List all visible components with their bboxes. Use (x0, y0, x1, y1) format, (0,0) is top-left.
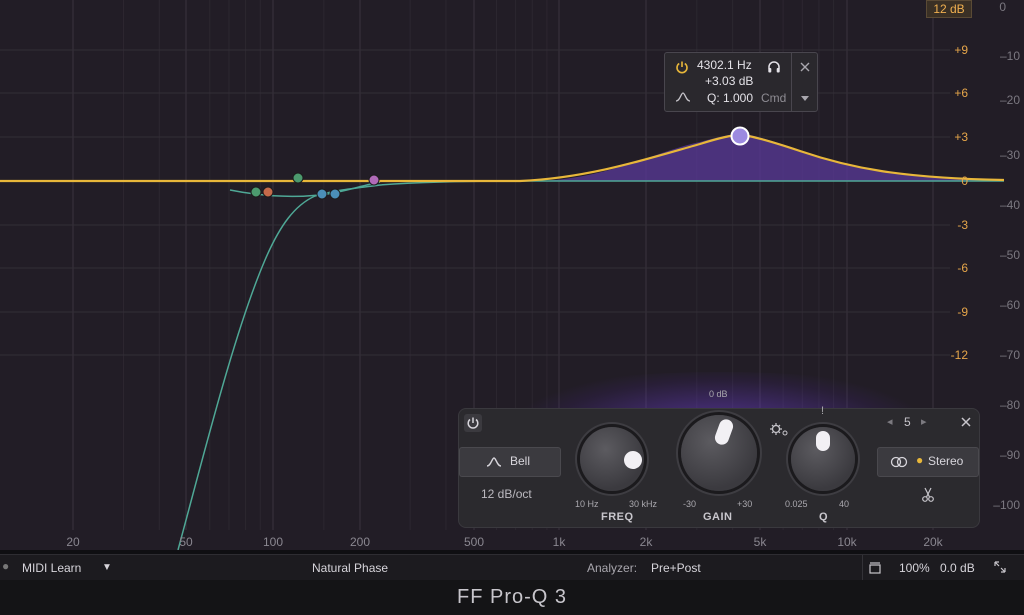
q-label: Q (819, 511, 829, 523)
stereo-dot: ● (916, 453, 924, 467)
midi-learn-dropdown[interactable]: ▼ (102, 562, 112, 573)
frequency-label: 1k (552, 535, 566, 549)
spectrum-scale-label: –60 (999, 298, 1020, 312)
freq-max: 30 kHz (629, 499, 658, 509)
gain-scale-label: -3 (957, 218, 968, 232)
analyzer-button[interactable]: Pre+Post (651, 561, 701, 575)
analyzer-label: Analyzer: (587, 561, 638, 575)
q-max: 40 (839, 499, 850, 509)
gain-min: -30 (683, 499, 697, 509)
gain-scale-label: +9 (954, 43, 968, 57)
q-warning: ! (821, 405, 825, 417)
tooltip-freq: 4302.1 Hz (697, 58, 752, 72)
band-6-node[interactable] (329, 188, 341, 200)
scissors-icon[interactable] (921, 487, 935, 503)
band-3-node[interactable] (292, 172, 304, 184)
gain-scale-label: 0 (961, 174, 968, 188)
output-gain[interactable]: 0.0 dB (940, 561, 975, 575)
frequency-label: 10k (837, 535, 857, 549)
gain-scale-label: +3 (954, 130, 968, 144)
range-button[interactable]: 12 dB (926, 0, 972, 18)
band-4-node[interactable] (316, 188, 328, 200)
filter-shape-button[interactable]: Bell (459, 447, 561, 477)
power-icon[interactable] (464, 414, 482, 432)
gain-max: +30 (737, 499, 753, 509)
gain-scale-label: -9 (957, 305, 968, 319)
band-5-node[interactable] (730, 126, 750, 146)
frequency-label: 20k (923, 535, 943, 549)
gain-center: 0 dB (709, 389, 728, 399)
close-icon[interactable] (959, 415, 973, 429)
plugin-title: FF Pro-Q 3 (456, 586, 567, 608)
q-min: 0.025 (785, 499, 808, 509)
band-1-node[interactable] (250, 186, 262, 198)
status-left-marker: ● (2, 559, 10, 573)
status-divider (862, 555, 863, 581)
gain-knob-indicator (712, 417, 736, 447)
stereo-label: Stereo (928, 454, 964, 468)
freq-knob[interactable] (580, 427, 646, 491)
next-band-button[interactable]: ▸ (921, 415, 927, 428)
midi-learn-button[interactable]: MIDI Learn (22, 561, 81, 575)
gain-scale-label: -6 (957, 261, 968, 275)
band-number: 5 (904, 415, 911, 429)
band-7-node[interactable] (368, 174, 380, 186)
tooltip-divider (791, 53, 792, 111)
spectrum-scale-label: –100 (993, 498, 1020, 512)
frequency-label: 500 (463, 535, 485, 549)
band-2-node[interactable] (262, 186, 274, 198)
q-knob[interactable] (791, 427, 855, 491)
filter-shape-label: Bell (510, 454, 531, 468)
frequency-label: 5k (753, 535, 767, 549)
tooltip-modifier: Cmd (761, 91, 787, 105)
frequency-label: 200 (349, 535, 371, 549)
zoom-value[interactable]: 100% (899, 561, 930, 575)
power-icon[interactable] (675, 60, 689, 74)
spectrum-scale-label: –20 (999, 93, 1020, 107)
frequency-label: 50 (179, 535, 193, 549)
tooltip-q: Q: 1.000 (707, 91, 754, 105)
zoom-fit-icon[interactable] (868, 561, 882, 575)
band-edit-panel: Bell 12 dB/oct 10 Hz 30 kHz FREQ 0 dB -3… (458, 389, 980, 528)
spectrum-scale-label: –40 (999, 198, 1020, 212)
spectrum-scale-label: –70 (999, 348, 1020, 362)
dynamic-gear-icon[interactable] (769, 421, 789, 437)
bell-shape-icon (486, 457, 502, 467)
tooltip-gain: +3.03 dB (705, 74, 754, 88)
status-bar: ● MIDI Learn ▼ Natural Phase Analyzer: P… (0, 554, 1024, 581)
frequency-label: 20 (66, 535, 80, 549)
close-icon[interactable] (799, 61, 811, 73)
stereo-link-icon (890, 456, 908, 468)
range-top-value: 0 (999, 0, 1006, 14)
spectrum-scale-label: –50 (999, 248, 1020, 262)
phase-mode-button[interactable]: Natural Phase (312, 561, 388, 575)
gain-scale-label: +6 (954, 86, 968, 100)
window-footer: FF Pro-Q 3 (0, 580, 1024, 615)
spectrum-scale-label: –10 (999, 49, 1020, 63)
spectrum-scale-label: –30 (999, 148, 1020, 162)
spectrum-scale-label: –90 (999, 448, 1020, 462)
slope-label[interactable]: 12 dB/oct (481, 487, 532, 501)
bell-shape-icon (675, 92, 691, 102)
q-knob-indicator (816, 431, 830, 451)
frequency-label: 2k (639, 535, 653, 549)
freq-knob-indicator (620, 447, 646, 473)
gain-knob[interactable] (681, 415, 757, 491)
frequency-label: 100 (262, 535, 284, 549)
stereo-placement-button[interactable]: ● Stereo (877, 447, 979, 477)
prev-band-button[interactable]: ◂ (887, 415, 893, 428)
freq-label: FREQ (601, 511, 634, 523)
spectrum-scale-label: –80 (999, 398, 1020, 412)
gain-label: GAIN (703, 511, 733, 523)
freq-min: 10 Hz (575, 499, 599, 509)
headphones-icon[interactable] (767, 60, 781, 74)
resize-icon[interactable] (993, 560, 1007, 574)
band-tooltip: 4302.1 Hz +3.03 dB Q: 1.000 Cmd (664, 52, 818, 112)
chevron-down-icon[interactable] (799, 93, 811, 103)
gain-scale-label: -12 (950, 348, 968, 362)
